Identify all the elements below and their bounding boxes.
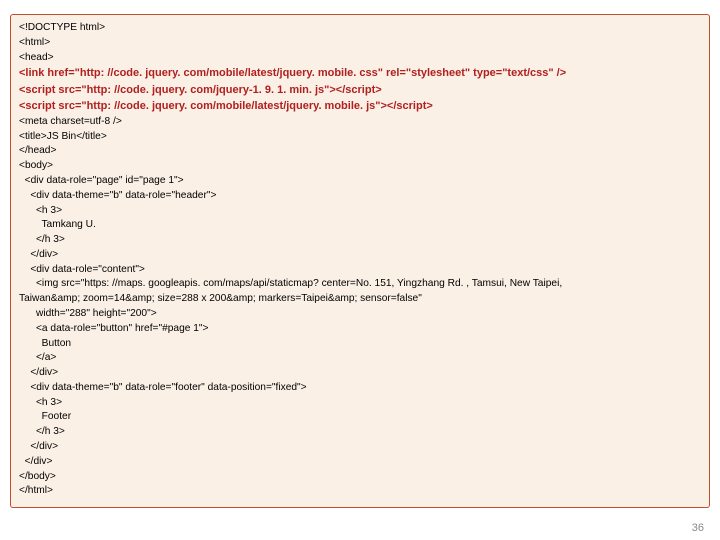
- code-line: </div>: [19, 455, 701, 470]
- code-line: <body>: [19, 159, 701, 174]
- code-line: Tamkang U.: [19, 218, 701, 233]
- code-line: </div>: [19, 366, 701, 381]
- code-line: <img src="https: //maps. googleapis. com…: [19, 277, 701, 292]
- code-line: width="288" height="200">: [19, 307, 701, 322]
- code-block: <!DOCTYPE html> <html> <head> <link href…: [10, 14, 710, 508]
- code-line: <html>: [19, 36, 701, 51]
- code-line: </head>: [19, 144, 701, 159]
- code-line: </div>: [19, 440, 701, 455]
- code-line: <div data-theme="b" data-role="footer" d…: [19, 381, 701, 396]
- code-line-emphasis: <script src="http: //code. jquery. com/j…: [19, 82, 701, 99]
- code-line-emphasis: <script src="http: //code. jquery. com/m…: [19, 98, 701, 115]
- code-line: <title>JS Bin</title>: [19, 130, 701, 145]
- code-line: <div data-theme="b" data-role="header">: [19, 189, 701, 204]
- code-line: Taiwan&amp; zoom=14&amp; size=288 x 200&…: [19, 292, 701, 307]
- code-line: <!DOCTYPE html>: [19, 21, 701, 36]
- code-line: <meta charset=utf-8 />: [19, 115, 701, 130]
- code-line: </div>: [19, 248, 701, 263]
- code-line: </body>: [19, 470, 701, 485]
- code-line: </h 3>: [19, 233, 701, 248]
- code-line: <a data-role="button" href="#page 1">: [19, 322, 701, 337]
- code-line: <h 3>: [19, 396, 701, 411]
- code-line: </a>: [19, 351, 701, 366]
- code-line: Button: [19, 337, 701, 352]
- code-line: </html>: [19, 484, 701, 499]
- code-line: <head>: [19, 51, 701, 66]
- slide-number: 36: [692, 522, 704, 534]
- code-line-emphasis: <link href="http: //code. jquery. com/mo…: [19, 65, 701, 82]
- code-line: <div data-role="content">: [19, 263, 701, 278]
- code-line: </h 3>: [19, 425, 701, 440]
- code-line: <h 3>: [19, 204, 701, 219]
- code-line: <div data-role="page" id="page 1">: [19, 174, 701, 189]
- code-line: Footer: [19, 410, 701, 425]
